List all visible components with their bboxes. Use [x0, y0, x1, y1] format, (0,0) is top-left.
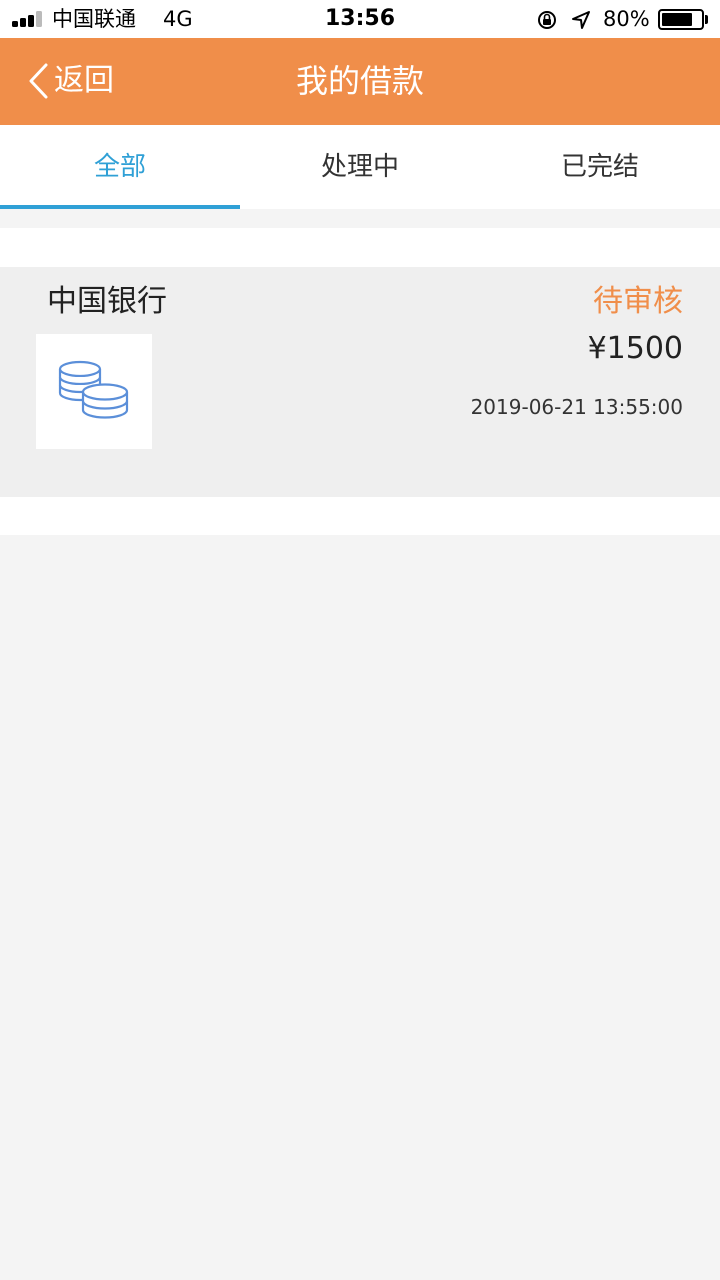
coins-icon — [58, 360, 129, 419]
status-bar: 中国联通 4G 13:56 80% — [0, 0, 720, 38]
tab-processing[interactable]: 处理中 — [240, 125, 480, 209]
loan-icon-container — [36, 334, 152, 449]
orientation-lock-icon — [538, 11, 556, 29]
tab-completed[interactable]: 已完结 — [480, 125, 720, 209]
loan-status-badge: 待审核 — [593, 284, 683, 319]
tab-all[interactable]: 全部 — [0, 125, 240, 209]
tab-active-indicator — [0, 205, 240, 209]
location-icon — [572, 11, 590, 29]
page-title: 我的借款 — [295, 62, 424, 100]
battery-level-fill — [662, 13, 693, 26]
loan-list-item[interactable]: 中国银行 待审核 ¥1500 2019-06-21 13:55:00 — [0, 267, 720, 497]
loan-time: 2019-06-21 13:55:00 — [470, 395, 683, 419]
tab-bar: 全部 处理中 已完结 — [0, 125, 720, 209]
battery-icon — [658, 9, 704, 30]
battery-percent: 80% — [603, 7, 650, 31]
navigation-bar: 返回 我的借款 — [0, 38, 720, 125]
tab-label: 全部 — [93, 152, 146, 182]
battery-tip — [705, 15, 708, 24]
list-footer-divider — [0, 497, 720, 535]
section-divider — [0, 228, 720, 267]
bank-name: 中国银行 — [47, 284, 167, 319]
loan-amount: ¥1500 — [587, 331, 683, 366]
tab-label: 处理中 — [320, 152, 399, 182]
tab-label: 已完结 — [560, 152, 639, 182]
